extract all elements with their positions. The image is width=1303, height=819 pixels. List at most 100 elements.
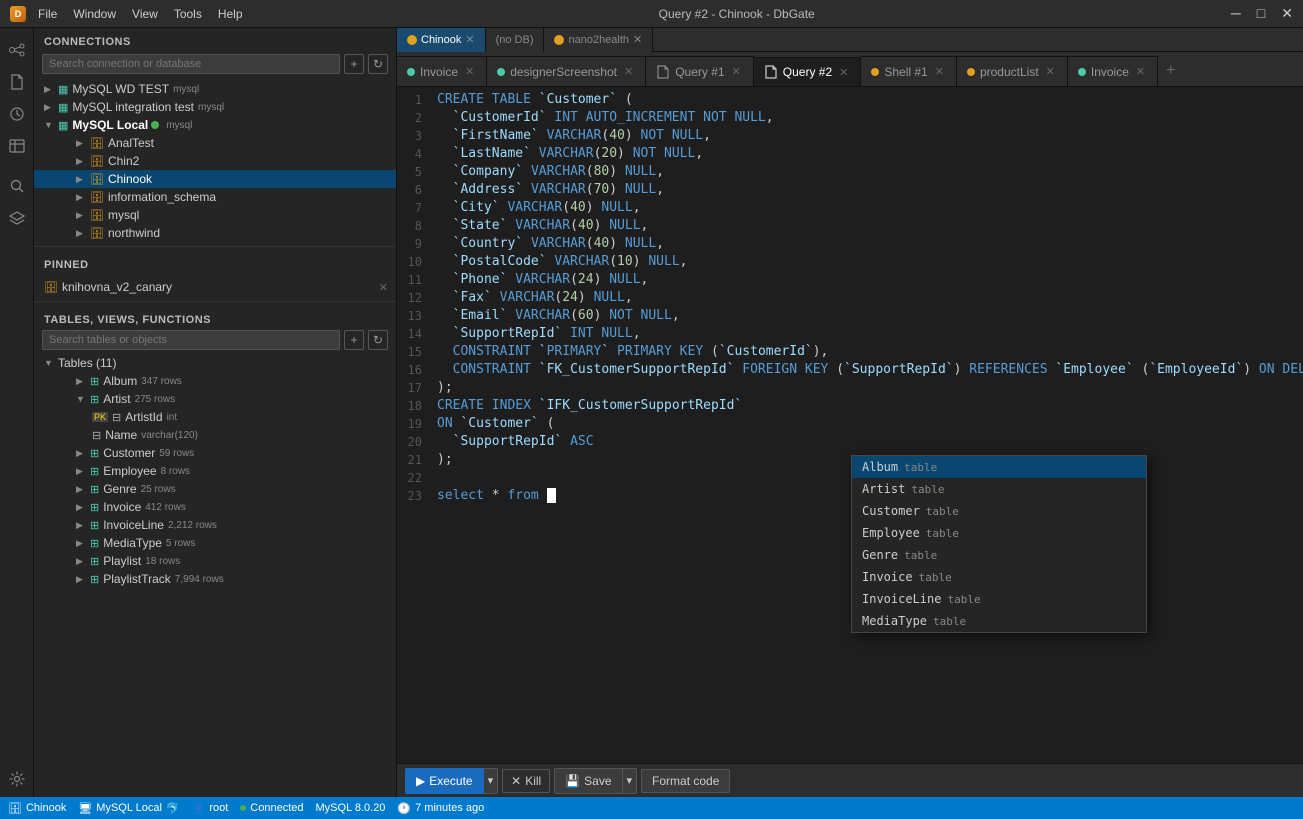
- tab-close-button[interactable]: ✕: [1044, 64, 1057, 79]
- column-type: int: [167, 412, 178, 423]
- menu-tools[interactable]: Tools: [174, 7, 202, 21]
- connection-mysql-wd-test[interactable]: ▶ ▦ MySQL WD TEST mysql: [34, 80, 396, 98]
- active-db-tab[interactable]: Chinook ✕: [397, 28, 486, 52]
- tables-search-input[interactable]: [42, 330, 340, 350]
- line-content: `Phone` VARCHAR(24) NULL,: [432, 271, 1303, 289]
- maximize-button[interactable]: □: [1257, 5, 1265, 22]
- settings-icon[interactable]: [3, 765, 31, 793]
- tables-group[interactable]: ▼ Tables (11): [34, 354, 396, 372]
- tab-close-button[interactable]: ✕: [933, 64, 946, 79]
- execute-dropdown-button[interactable]: ▾: [484, 768, 499, 794]
- menu-view[interactable]: View: [132, 7, 158, 21]
- status-connection[interactable]: 🖥 MySQL Local 🐬: [78, 802, 179, 815]
- ac-item-customer[interactable]: Customer table: [852, 500, 1146, 522]
- tab-close-button[interactable]: ✕: [622, 64, 635, 79]
- tables-refresh-button[interactable]: ↻: [368, 330, 388, 350]
- nano2health-tab[interactable]: nano2health ✕: [544, 28, 653, 52]
- tab-close-button[interactable]: ✕: [837, 65, 850, 80]
- nodb-label: (no DB): [496, 34, 534, 46]
- table-customer[interactable]: ▶ ⊞ Customer 59 rows: [34, 444, 396, 462]
- save-button[interactable]: 💾 Save: [554, 768, 622, 794]
- chevron-right-icon: ▶: [76, 556, 90, 567]
- tab-close-button[interactable]: ✕: [1134, 64, 1147, 79]
- db-mysql[interactable]: ▶ 🗄 mysql: [34, 206, 396, 224]
- file-icon[interactable]: [3, 68, 31, 96]
- history-icon[interactable]: [3, 100, 31, 128]
- ac-item-genre[interactable]: Genre table: [852, 544, 1146, 566]
- table-icon[interactable]: [3, 132, 31, 160]
- save-dropdown-button[interactable]: ▾: [623, 768, 638, 794]
- tab-query2[interactable]: Query #2 ✕: [754, 57, 862, 87]
- execute-button[interactable]: ▶ Execute: [405, 768, 484, 794]
- pinned-item-knihovna[interactable]: 🗄 knihovna_v2_canary ✕: [34, 277, 396, 297]
- tab-close-icon[interactable]: ✕: [633, 33, 642, 46]
- connections-search-input[interactable]: [42, 54, 340, 74]
- tab-invoice2[interactable]: Invoice ✕: [1068, 56, 1158, 86]
- table-invoiceline[interactable]: ▶ ⊞ InvoiceLine 2,212 rows: [34, 516, 396, 534]
- table-employee[interactable]: ▶ ⊞ Employee 8 rows: [34, 462, 396, 480]
- menu-help[interactable]: Help: [218, 7, 243, 21]
- db-analtest[interactable]: ▶ 🗄 AnalTest: [34, 134, 396, 152]
- connection-mysql-integration[interactable]: ▶ ▦ MySQL integration test mysql: [34, 98, 396, 116]
- column-name[interactable]: ⊟ Name varchar(120): [34, 426, 396, 444]
- status-db-name[interactable]: 🗄 Chinook: [8, 802, 66, 815]
- ac-item-invoice[interactable]: Invoice table: [852, 566, 1146, 588]
- chevron-right-icon: ▶: [76, 138, 90, 149]
- code-editor[interactable]: 1CREATE TABLE `Customer` (2 `CustomerId`…: [397, 87, 1303, 763]
- save-label: Save: [584, 774, 611, 788]
- tab-label: designerScreenshot: [510, 65, 617, 79]
- tab-invoice[interactable]: Invoice ✕: [397, 56, 487, 86]
- line-content: `CustomerId` INT AUTO_INCREMENT NOT NULL…: [432, 109, 1303, 127]
- ac-item-artist[interactable]: Artist table: [852, 478, 1146, 500]
- db-northwind[interactable]: ▶ 🗄 northwind: [34, 224, 396, 242]
- connection-mysql-local[interactable]: ▼ ▦ MySQL Local mysql: [34, 116, 396, 134]
- db-information-schema[interactable]: ▶ 🗄 information_schema: [34, 188, 396, 206]
- tab-shell1[interactable]: Shell #1 ✕: [861, 56, 957, 86]
- search-icon[interactable]: [3, 172, 31, 200]
- tab-label: productList: [980, 65, 1039, 79]
- connections-refresh-button[interactable]: ↻: [368, 54, 388, 74]
- ac-item-employee[interactable]: Employee table: [852, 522, 1146, 544]
- table-genre[interactable]: ▶ ⊞ Genre 25 rows: [34, 480, 396, 498]
- ac-item-mediatype[interactable]: MediaType table: [852, 610, 1146, 632]
- pinned-close-button[interactable]: ✕: [379, 281, 388, 294]
- connections-add-button[interactable]: +: [344, 54, 364, 74]
- menu-window[interactable]: Window: [73, 7, 116, 21]
- table-album[interactable]: ▶ ⊞ Album 347 rows: [34, 372, 396, 390]
- db-tab-close-icon[interactable]: ✕: [465, 33, 474, 46]
- tab-add-button[interactable]: +: [1158, 56, 1183, 86]
- nodb-tab[interactable]: (no DB): [486, 28, 545, 52]
- table-mediatype[interactable]: ▶ ⊞ MediaType 5 rows: [34, 534, 396, 552]
- kill-button[interactable]: ✕ Kill: [502, 769, 550, 793]
- minimize-button[interactable]: ─: [1231, 5, 1241, 22]
- tab-productlist[interactable]: productList ✕: [957, 56, 1068, 86]
- code-line: 10 `PostalCode` VARCHAR(10) NULL,: [397, 253, 1303, 271]
- nano2health-label: nano2health: [568, 34, 629, 46]
- layers-icon[interactable]: [3, 204, 31, 232]
- ac-item-album[interactable]: Album table: [852, 456, 1146, 478]
- db-chinook[interactable]: ▶ 🗄 Chinook: [34, 170, 396, 188]
- tables-add-button[interactable]: +: [344, 330, 364, 350]
- db-label: Chin2: [108, 154, 139, 168]
- tab-close-button[interactable]: ✕: [463, 64, 476, 79]
- table-playlisttrack[interactable]: ▶ ⊞ PlaylistTrack 7,994 rows: [34, 570, 396, 588]
- status-user-label: root: [209, 802, 228, 814]
- table-invoice[interactable]: ▶ ⊞ Invoice 412 rows: [34, 498, 396, 516]
- tab-close-button[interactable]: ✕: [730, 64, 743, 79]
- table-artist[interactable]: ▼ ⊞ Artist 275 rows: [34, 390, 396, 408]
- db-chin2[interactable]: ▶ 🗄 Chin2: [34, 152, 396, 170]
- table-playlist[interactable]: ▶ ⊞ Playlist 18 rows: [34, 552, 396, 570]
- tables-header: TABLES, VIEWS, FUNCTIONS: [34, 306, 396, 330]
- close-button[interactable]: ✕: [1281, 5, 1293, 22]
- status-user[interactable]: 👤 root: [192, 802, 229, 815]
- format-button[interactable]: Format code: [641, 769, 730, 793]
- connections-icon[interactable]: [3, 36, 31, 64]
- tab-designer[interactable]: designerScreenshot ✕: [487, 56, 646, 86]
- line-number: 7: [397, 199, 432, 217]
- ac-item-invoiceline[interactable]: InvoiceLine table: [852, 588, 1146, 610]
- menu-file[interactable]: File: [38, 7, 57, 21]
- column-artistid[interactable]: PK ⊟ ArtistId int: [34, 408, 396, 426]
- tab-query1[interactable]: Query #1 ✕: [646, 56, 754, 86]
- code-line: 11 `Phone` VARCHAR(24) NULL,: [397, 271, 1303, 289]
- table-row-count: 2,212 rows: [168, 520, 217, 531]
